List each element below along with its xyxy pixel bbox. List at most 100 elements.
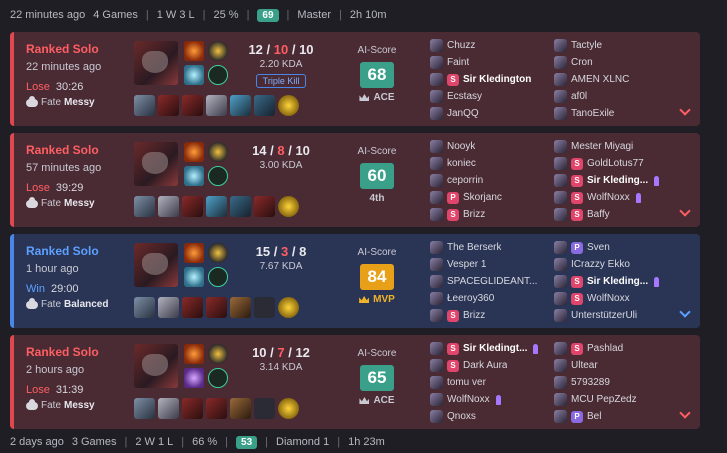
ghost-icon[interactable]	[184, 65, 204, 85]
item-icon[interactable]	[134, 196, 155, 217]
player-row[interactable]: Mester Miyagi	[554, 138, 674, 155]
player-row[interactable]: S WolfNoxx	[554, 189, 674, 206]
player-name[interactable]: GoldLotus77	[587, 158, 644, 169]
item-icon[interactable]	[182, 297, 203, 318]
player-row[interactable]: af0l	[554, 88, 674, 105]
player-row[interactable]: S GoldLotus77	[554, 155, 674, 172]
player-name[interactable]: MCU PepZedz	[571, 394, 637, 405]
player-name[interactable]: SPACEGLIDEANT...	[447, 276, 537, 287]
player-row[interactable]: S Dark Aura	[430, 357, 550, 374]
player-name[interactable]: Sir Kleding...	[587, 175, 648, 186]
player-row[interactable]: tomu ver	[430, 374, 550, 391]
player-name[interactable]: 5793289	[571, 377, 610, 388]
trinket-icon[interactable]	[278, 95, 299, 116]
player-row[interactable]: 5793289	[554, 374, 674, 391]
player-name[interactable]: ICrazzy Ekko	[571, 259, 630, 270]
keystone-rune-icon[interactable]	[208, 243, 228, 263]
match-card[interactable]: Ranked Solo 1 hour ago Win 29:00 Fate Bala…	[10, 234, 700, 328]
player-name[interactable]: WolfNoxx	[587, 293, 630, 304]
ghost-icon[interactable]	[184, 166, 204, 186]
player-name[interactable]: Brizz	[463, 310, 485, 321]
match-card[interactable]: Ranked Solo 2 hours ago Lose 31:39 Fate Me…	[10, 335, 700, 429]
item-icon[interactable]	[182, 398, 203, 419]
player-name[interactable]: Sir Kledington	[463, 74, 531, 85]
player-row[interactable]: Faint	[430, 54, 550, 71]
player-row-self[interactable]: S Sir Kleding...	[554, 172, 674, 189]
player-row[interactable]: Łeeroy360	[430, 290, 550, 307]
secondary-rune-icon[interactable]	[208, 368, 228, 388]
player-row[interactable]: S Brizz	[430, 206, 550, 223]
champion-portrait[interactable]	[134, 142, 178, 186]
player-name[interactable]: Baffy	[587, 209, 610, 220]
player-row[interactable]: Chuzz	[430, 37, 550, 54]
player-name[interactable]: AMEN XLNC	[571, 74, 629, 85]
ignite-icon[interactable]	[184, 142, 204, 162]
champion-portrait[interactable]	[134, 344, 178, 388]
secondary-rune-icon[interactable]	[208, 267, 228, 287]
keystone-rune-icon[interactable]	[208, 344, 228, 364]
player-row-self[interactable]: S Sir Kledington	[430, 71, 550, 88]
player-name[interactable]: af0l	[571, 91, 587, 102]
item-icon[interactable]	[158, 297, 179, 318]
player-name[interactable]: Dark Aura	[463, 360, 507, 371]
keystone-rune-icon[interactable]	[208, 41, 228, 61]
item-icon[interactable]	[182, 196, 203, 217]
player-name[interactable]: Mester Miyagi	[571, 141, 633, 152]
player-name[interactable]: Pashlad	[587, 343, 623, 354]
item-icon[interactable]	[134, 398, 155, 419]
player-name[interactable]: Faint	[447, 57, 469, 68]
player-name[interactable]: Sir Kleding...	[587, 276, 648, 287]
item-icon[interactable]	[158, 95, 179, 116]
player-name[interactable]: koniec	[447, 158, 476, 169]
ghost-icon[interactable]	[184, 267, 204, 287]
item-icon[interactable]	[158, 398, 179, 419]
item-icon[interactable]	[254, 196, 275, 217]
player-row[interactable]: Ultear	[554, 357, 674, 374]
player-row[interactable]: JanQQ	[430, 105, 550, 122]
item-icon[interactable]	[158, 196, 179, 217]
player-name[interactable]: Ultear	[571, 360, 598, 371]
player-row-self[interactable]: S Sir Kledingt...	[430, 340, 550, 357]
player-name[interactable]: JanQQ	[447, 108, 479, 119]
player-name[interactable]: WolfNoxx	[587, 192, 630, 203]
player-row[interactable]: S Brizz	[430, 307, 550, 324]
item-icon[interactable]	[230, 297, 251, 318]
player-name[interactable]: Bel	[587, 411, 601, 422]
player-row[interactable]: koniec	[430, 155, 550, 172]
player-row[interactable]: S WolfNoxx	[554, 290, 674, 307]
player-name[interactable]: tomu ver	[447, 377, 486, 388]
player-name[interactable]: TanoExile	[571, 108, 614, 119]
item-icon[interactable]	[254, 95, 275, 116]
player-row-self[interactable]: S Sir Kleding...	[554, 273, 674, 290]
player-name[interactable]: Vesper 1	[447, 259, 486, 270]
item-icon[interactable]	[134, 297, 155, 318]
player-name[interactable]: The Berserk	[447, 242, 501, 253]
match-card[interactable]: Ranked Solo 57 minutes ago Lose 39:29 Fat…	[10, 133, 700, 227]
player-row[interactable]: Tactyle	[554, 37, 674, 54]
player-row[interactable]: P Bel	[554, 408, 674, 425]
player-row[interactable]: Cron	[554, 54, 674, 71]
player-name[interactable]: Brizz	[463, 209, 485, 220]
item-icon[interactable]	[206, 95, 227, 116]
player-row[interactable]: The Berserk	[430, 239, 550, 256]
player-row[interactable]: SPACEGLIDEANT...	[430, 273, 550, 290]
champion-portrait[interactable]	[134, 41, 178, 85]
player-name[interactable]: Łeeroy360	[447, 293, 494, 304]
player-name[interactable]: Sir Kledingt...	[463, 343, 527, 354]
player-row[interactable]: P Sven	[554, 239, 674, 256]
player-name[interactable]: Nooyk	[447, 141, 475, 152]
item-icon[interactable]	[206, 196, 227, 217]
player-row[interactable]: S Pashlad	[554, 340, 674, 357]
player-row[interactable]: Nooyk	[430, 138, 550, 155]
player-row[interactable]: Qnoxs	[430, 408, 550, 425]
ignite-icon[interactable]	[184, 243, 204, 263]
player-name[interactable]: Sven	[587, 242, 610, 253]
item-icon[interactable]	[206, 398, 227, 419]
player-row[interactable]: AMEN XLNC	[554, 71, 674, 88]
teleport-icon[interactable]	[184, 368, 204, 388]
chevron-down-icon[interactable]	[680, 308, 690, 318]
player-name[interactable]: Chuzz	[447, 40, 475, 51]
trinket-icon[interactable]	[278, 196, 299, 217]
champion-portrait[interactable]	[134, 243, 178, 287]
item-icon[interactable]	[230, 95, 251, 116]
